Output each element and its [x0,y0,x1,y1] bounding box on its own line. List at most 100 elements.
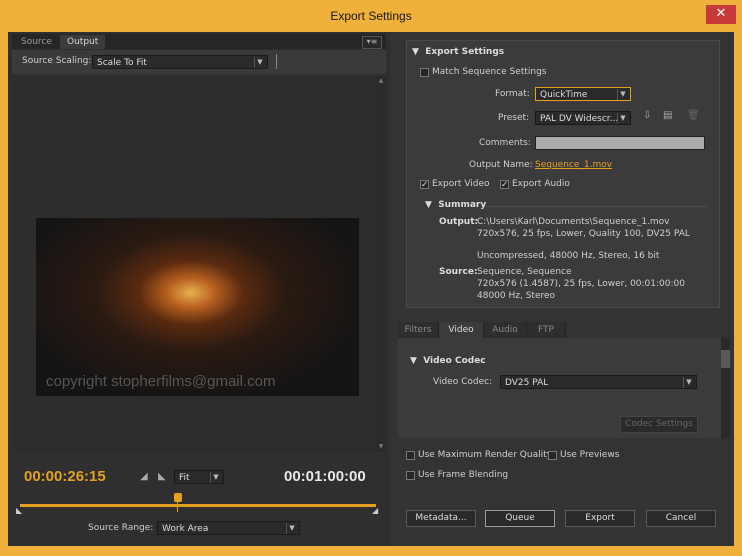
use-previews-label: Use Previews [560,450,620,460]
max-render-quality-checkbox[interactable] [406,451,415,460]
summary-output-line: 720x576, 25 fps, Lower, Quality 100, DV2… [477,229,690,239]
metadata-button[interactable]: Metadata... [406,510,476,527]
export-video-checkbox[interactable]: ✓ [420,180,429,190]
tab-source[interactable]: Source [14,35,59,49]
video-preview-area: copyright stopherfilms@gmail.com [12,76,376,452]
tab-ftp[interactable]: FTP [527,322,566,338]
frame-blending-checkbox[interactable] [406,471,415,480]
chevron-down-icon: ▼ [683,377,694,388]
settings-tabs: Filters Video Audio FTP [393,322,734,338]
divider [276,54,277,69]
set-in-point-icon[interactable]: ◢ [140,471,148,482]
match-sequence-checkbox[interactable] [420,68,429,77]
scroll-up-icon[interactable]: ▲ [377,77,385,85]
in-point-marker[interactable]: ◣ [16,506,22,515]
preset-label: Preset: [498,113,530,123]
output-name-label: Output Name: [469,160,533,170]
settings-scrollbar[interactable] [721,338,730,438]
summary-output-line: C:\Users\Karl\Documents\Sequence_1.mov [477,217,670,227]
format-label: Format: [495,89,530,99]
current-timecode[interactable]: 00:00:26:15 [24,468,106,485]
source-scaling-label: Source Scaling: [22,56,92,66]
duration-timecode: 00:01:00:00 [284,468,366,485]
out-point-marker[interactable]: ◢ [372,506,378,515]
source-scaling-value: Scale To Fit [97,58,147,68]
frame-blending-label: Use Frame Blending [418,470,509,480]
export-video-label: Export Video [432,179,490,189]
summary-source-line: 720x576 (1.4587), 25 fps, Lower, 00:01:0… [477,279,685,289]
export-settings-header[interactable]: ▼ Export Settings [412,47,504,57]
chevron-down-icon: ▼ [254,57,265,68]
export-button[interactable]: Export [565,510,635,527]
chevron-down-icon: ▼ [617,89,628,100]
output-name-link[interactable]: Sequence_1.mov [535,160,612,170]
playhead-line [177,502,178,512]
summary-title: Summary [438,200,487,210]
format-value: QuickTime [540,90,588,100]
video-codec-header[interactable]: ▼ Video Codec [410,356,486,366]
chevron-down-icon: ▼ [210,472,221,483]
summary-header[interactable]: ▼ Summary [425,200,486,210]
source-range-label: Source Range: [88,523,154,533]
video-codec-dropdown[interactable]: DV25 PAL ▼ [500,375,697,389]
preset-dropdown[interactable]: PAL DV Widescr... ▼ [535,111,631,125]
playhead[interactable] [174,493,182,502]
transport-controls: 00:00:26:15 ◢ ◣ Fit ▼ 00:01:00:00 ◣ ◢ So… [12,458,386,542]
preset-value: PAL DV Widescr... [540,114,619,124]
format-dropdown[interactable]: QuickTime ▼ [535,87,631,101]
divider [487,206,707,207]
codec-settings-button[interactable]: Codec Settings [620,416,698,433]
zoom-value: Fit [179,473,190,483]
settings-pane: ▼ Export Settings Match Sequence Setting… [393,32,734,546]
preview-scrollbar[interactable]: ▲ ▼ [376,76,386,452]
export-audio-checkbox[interactable]: ✓ [500,180,509,190]
video-codec-value: DV25 PAL [505,378,549,388]
queue-button[interactable]: Queue [485,510,555,527]
preview-pane: Source Output ▾≡ Source Scaling: Scale T… [8,32,390,546]
export-settings-title: Export Settings [425,47,505,57]
tab-video[interactable]: Video [439,322,484,338]
source-scaling-dropdown[interactable]: Scale To Fit ▼ [92,55,268,69]
tab-filters[interactable]: Filters [398,322,439,338]
video-codec-label: Video Codec: [433,377,493,387]
cancel-button[interactable]: Cancel [646,510,716,527]
summary-source-line: Sequence, Sequence [477,267,572,277]
match-sequence-label: Match Sequence Settings [432,67,547,77]
use-previews-checkbox[interactable] [548,451,557,460]
comments-field[interactable] [535,136,705,150]
title-bar: Export Settings ✕ [0,0,742,32]
delete-preset-icon[interactable]: 🗑 [687,110,700,121]
scaling-bar: Source Scaling: Scale To Fit ▼ [12,50,386,74]
window-title: Export Settings [330,9,412,23]
video-frame: copyright stopherfilms@gmail.com [36,218,359,396]
summary-source-label: Source: [439,267,478,277]
tab-audio[interactable]: Audio [484,322,527,338]
chevron-down-icon: ▼ [617,113,628,124]
video-watermark: copyright stopherfilms@gmail.com [46,373,276,390]
window-frame: Export Settings ✕ Source Output ▾≡ Sourc… [0,0,742,556]
video-codec-title: Video Codec [423,356,486,366]
comments-label: Comments: [479,138,531,148]
video-codec-panel: ▼ Video Codec Video Codec: DV25 PAL ▼ Co… [398,338,721,438]
max-render-quality-label: Use Maximum Render Quality [418,450,552,460]
source-range-value: Work Area [162,524,209,534]
scroll-thumb[interactable] [721,350,730,368]
set-out-point-icon[interactable]: ◣ [158,471,166,482]
summary-output-line: Uncompressed, 48000 Hz, Stereo, 16 bit [477,251,660,261]
chevron-down-icon: ▼ [286,523,297,534]
scroll-down-icon[interactable]: ▼ [377,443,385,451]
source-range-dropdown[interactable]: Work Area ▼ [157,521,300,535]
export-settings-group: ▼ Export Settings Match Sequence Setting… [406,40,720,308]
source-output-tabs: Source Output ▾≡ [12,34,386,49]
zoom-dropdown[interactable]: Fit ▼ [174,470,224,484]
panel-menu-icon[interactable]: ▾≡ [362,36,382,49]
save-preset-icon[interactable]: ⇩ [643,110,651,121]
dialog-body: Source Output ▾≡ Source Scaling: Scale T… [8,32,734,546]
timeline-track[interactable] [20,504,376,507]
export-audio-label: Export Audio [512,179,570,189]
tab-output[interactable]: Output [60,35,106,49]
close-icon[interactable]: ✕ [706,5,736,24]
summary-output-label: Output: [439,217,479,227]
import-preset-icon[interactable]: ▤ [663,110,672,121]
summary-source-line: 48000 Hz, Stereo [477,291,556,301]
